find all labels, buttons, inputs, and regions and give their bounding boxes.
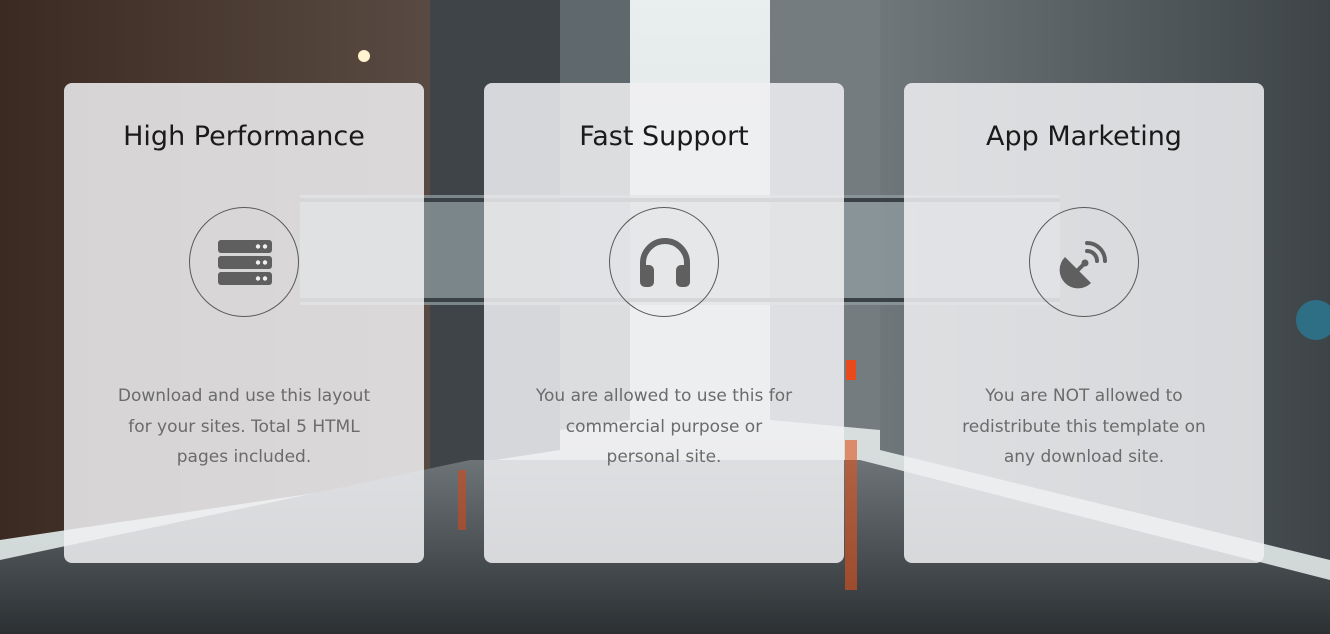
feature-title: Fast Support: [579, 121, 749, 152]
feature-title: High Performance: [123, 121, 365, 152]
feature-card-fast-support: Fast Support You are allowed to use this…: [484, 83, 844, 563]
features-section: High Performance Download and use this l…: [0, 0, 1330, 634]
headphones-icon: [640, 238, 690, 287]
feature-title: App Marketing: [986, 121, 1182, 152]
feature-description: You are NOT allowed to redistribute this…: [962, 386, 1206, 467]
satellite-dish-icon: [1059, 241, 1107, 289]
feature-description: Download and use this layout for your si…: [117, 386, 371, 467]
feature-icon-circle: [189, 207, 299, 317]
feature-icon-circle: [609, 207, 719, 317]
feature-description: You are allowed to use this for commerci…: [535, 386, 793, 467]
server-icon: [218, 240, 272, 285]
feature-card-high-performance: High Performance Download and use this l…: [64, 83, 424, 563]
feature-card-app-marketing: App Marketing You are NOT allowed to red…: [904, 83, 1264, 563]
feature-icon-circle: [1029, 207, 1139, 317]
